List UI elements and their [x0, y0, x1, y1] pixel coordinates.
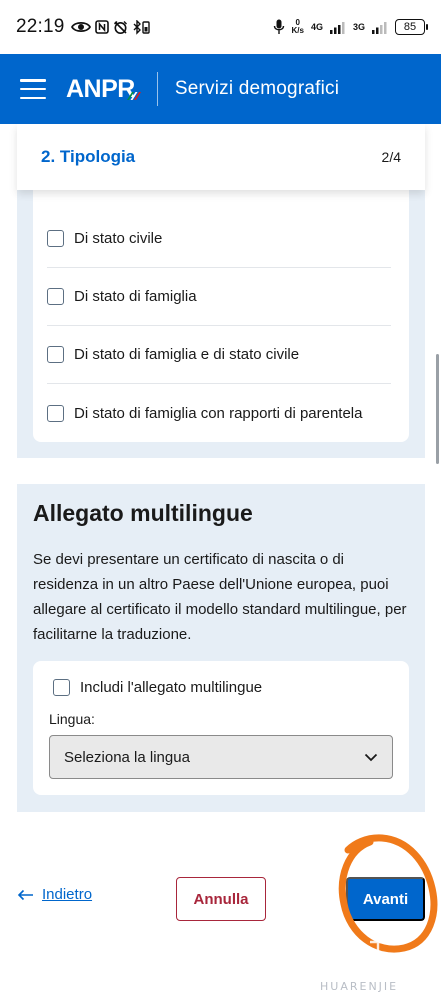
header-title: Servizi demografici	[174, 78, 340, 99]
multilingue-panel: Allegato multilingue Se devi presentare …	[17, 484, 425, 812]
scrollbar[interactable]	[436, 354, 439, 464]
step-title: 2. Tipologia	[41, 147, 136, 166]
step-counter: 2/4	[381, 149, 401, 165]
checkbox[interactable]	[47, 230, 64, 247]
back-link[interactable]: Indietro	[17, 886, 92, 903]
include-multilingue-option[interactable]: Includi l'allegato multilingue	[53, 679, 262, 696]
checkbox[interactable]	[47, 346, 64, 363]
header-divider	[156, 72, 158, 106]
nfc-icon	[94, 20, 109, 34]
status-left: 22:19	[16, 16, 150, 38]
next-button[interactable]: Avanti	[346, 877, 425, 921]
include-multilingue-label: Includi l'allegato multilingue	[80, 679, 263, 696]
arrow-left-icon	[17, 889, 33, 900]
lingua-label: Lingua:	[49, 711, 95, 727]
bluetooth-battery-icon	[133, 19, 150, 35]
network-type-2: 3G	[352, 22, 365, 32]
lingua-select[interactable]: Seleziona la lingua	[49, 735, 393, 779]
watermark-glyphs-icon	[296, 940, 390, 970]
status-notification-icons	[70, 19, 150, 35]
status-right: 0 K/s 4G 3G 85	[273, 19, 428, 35]
battery-indicator: 85	[395, 19, 428, 35]
lingua-select-value: Seleziona la lingua	[64, 748, 190, 766]
status-time: 22:19	[16, 16, 65, 37]
option-famiglia-parentela[interactable]: Di stato di famiglia con rapporti di par…	[47, 384, 391, 442]
multilingue-description: Se devi presentare un certificato di nas…	[33, 551, 407, 643]
chevron-down-icon	[364, 753, 378, 761]
step-header[interactable]: 2. Tipologia 2/4	[17, 124, 425, 190]
anpr-logo[interactable]: ANPR	[66, 74, 141, 104]
multilingue-card: Includi l'allegato multilingue Lingua: S…	[33, 661, 409, 795]
option-label: Di stato di famiglia con rapporti di par…	[74, 404, 363, 422]
network-speed-unit: K/s	[291, 26, 304, 35]
option-stato-civile[interactable]: Di stato civile	[47, 210, 391, 268]
microphone-icon	[273, 19, 284, 34]
eye-icon	[70, 21, 91, 33]
battery-level: 85	[403, 21, 417, 33]
option-label: Di stato di famiglia	[74, 288, 197, 305]
italian-flag-icon	[126, 91, 141, 100]
multilingue-title: Allegato multilingue	[33, 500, 253, 526]
checkbox[interactable]	[47, 404, 64, 422]
checkbox[interactable]	[47, 288, 64, 305]
tipologia-panel: Di stato civile Di stato di famiglia Di …	[17, 190, 425, 458]
hamburger-menu-icon[interactable]	[20, 79, 46, 99]
signal-strength-2-icon	[372, 21, 387, 34]
app-header: ANPR Servizi demografici	[0, 54, 441, 124]
watermark: HUARENJIE	[290, 936, 430, 996]
option-label: Di stato di famiglia e di stato civile	[74, 346, 300, 363]
alarm-off-icon	[113, 20, 127, 34]
back-link-text: Indietro	[42, 886, 93, 903]
network-speed: 0 K/s	[292, 19, 304, 35]
status-bar: 22:19 0 K/s 4G 3G 85	[0, 0, 441, 54]
option-stato-famiglia[interactable]: Di stato di famiglia	[47, 268, 391, 326]
option-label: Di stato civile	[74, 230, 163, 247]
logo-text: ANPR	[66, 74, 135, 103]
main-content[interactable]: 2. Tipologia 2/4 Di stato civile Di stat…	[0, 124, 441, 1000]
watermark-text: HUARENJIE	[320, 980, 399, 993]
option-famiglia-e-civile[interactable]: Di stato di famiglia e di stato civile	[47, 326, 391, 384]
cancel-button[interactable]: Annulla	[176, 877, 266, 921]
signal-strength-icon	[329, 21, 345, 34]
checkbox[interactable]	[53, 679, 70, 696]
network-type-1: 4G	[310, 22, 323, 32]
tipologia-options-card: Di stato civile Di stato di famiglia Di …	[33, 190, 409, 442]
